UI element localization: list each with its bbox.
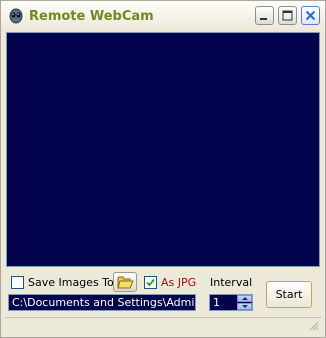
interval-up-button[interactable]: [237, 295, 252, 302]
save-images-checkbox[interactable]: [11, 276, 24, 289]
interval-value[interactable]: 1: [213, 296, 220, 309]
folder-open-icon: [117, 276, 134, 289]
status-bar: [5, 317, 321, 333]
window-title: Remote WebCam: [29, 9, 154, 24]
save-path-field[interactable]: C:\Documents and Settings\Administr: [8, 294, 196, 311]
arrow-down-icon: [242, 305, 248, 308]
maximize-button[interactable]: [278, 6, 297, 25]
interval-down-button[interactable]: [237, 303, 252, 310]
close-icon: [305, 10, 316, 21]
maximize-icon: [282, 10, 293, 21]
app-window: Remote WebCam Save Images To As JPG Inte…: [0, 0, 326, 338]
start-button[interactable]: Start: [266, 281, 312, 308]
interval-spinner[interactable]: 1: [209, 294, 253, 311]
save-images-label[interactable]: Save Images To: [28, 276, 114, 289]
close-button[interactable]: [301, 6, 320, 25]
resize-grip-icon[interactable]: [308, 320, 319, 331]
arrow-up-icon: [242, 297, 248, 300]
checkmark-icon: [146, 278, 155, 287]
minimize-button[interactable]: [255, 6, 274, 25]
minimize-icon: [260, 18, 267, 20]
as-jpg-label[interactable]: As JPG: [161, 276, 196, 289]
alien-head-icon: [8, 8, 24, 24]
browse-folder-button[interactable]: [113, 272, 137, 292]
as-jpg-checkbox[interactable]: [144, 276, 157, 289]
interval-label: Interval: [210, 276, 253, 289]
webcam-preview: [6, 32, 320, 267]
title-bar[interactable]: Remote WebCam: [1, 1, 325, 31]
